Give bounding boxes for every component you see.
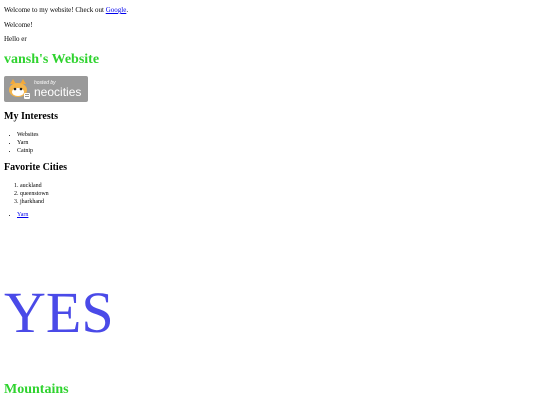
yarn-link[interactable]: Yarn	[17, 212, 28, 218]
cities-list: auckland queenstown jharkhand	[14, 182, 49, 206]
hello-text: Hello er	[4, 35, 27, 43]
links-list: Yarn	[9, 211, 28, 219]
interests-heading: My Interests	[4, 111, 58, 122]
welcome-paragraph: Welcome to my website! Check out Google.	[4, 6, 128, 15]
welcome-period: .	[126, 6, 129, 14]
list-item: auckland	[14, 182, 49, 190]
google-link[interactable]: Google	[106, 6, 127, 14]
list-item: Yarn	[9, 211, 28, 219]
neocities-badge[interactable]: hosted by neocities	[4, 76, 88, 102]
mountains-heading: Mountains	[4, 382, 69, 397]
list-item: Websites	[9, 131, 39, 139]
list-item: Catnip	[9, 147, 39, 155]
site-title: vansh's Website	[4, 52, 100, 67]
interests-list: Websites Yarn Catnip	[9, 131, 39, 155]
neocities-cat-icon	[6, 78, 32, 100]
list-item: Yarn	[9, 139, 39, 147]
list-item: queenstown	[14, 190, 49, 198]
yes-heading: YES	[4, 280, 114, 345]
welcome-short: Welcome!	[4, 21, 33, 29]
welcome-text: Welcome to my website! Check out	[4, 6, 106, 14]
list-item: jharkhand	[14, 198, 49, 206]
badge-brand: neocities	[34, 85, 82, 99]
cities-heading: Favorite Cities	[4, 162, 68, 173]
